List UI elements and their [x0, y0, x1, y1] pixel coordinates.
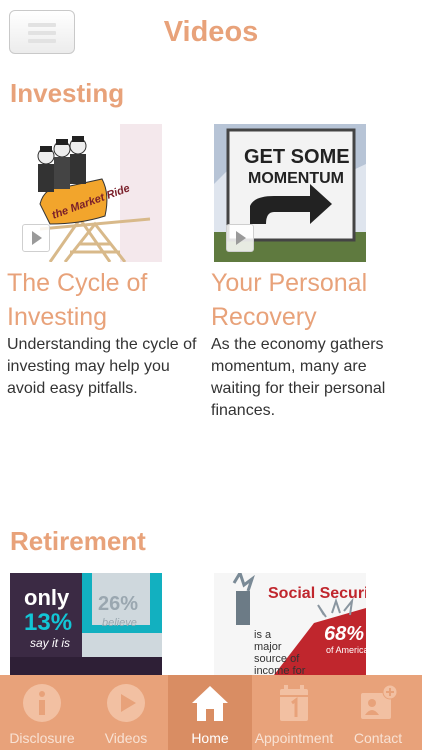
social-security-line-1: is a [254, 629, 272, 641]
tab-label: Videos [104, 730, 148, 746]
social-security-line-2: major [254, 641, 282, 653]
tab-videos[interactable]: Videos [84, 675, 168, 750]
social-security-line-3: source of [254, 653, 300, 665]
video-thumbnail-retirement-2[interactable]: Social Securit is a major source of inco… [214, 573, 366, 675]
contact-icon [361, 684, 398, 719]
video-description-cycle: Understanding the cycle of investing may… [7, 336, 197, 397]
tab-contact[interactable]: Contact [336, 675, 420, 750]
video-title-recovery[interactable]: Your Personal Recovery [211, 266, 416, 334]
tab-disclosure[interactable]: Disclosure [0, 675, 84, 750]
play-icon[interactable] [22, 224, 50, 252]
tab-label: Home [191, 730, 229, 746]
tab-label: Contact [353, 730, 403, 746]
video-thumbnail-retirement-1[interactable]: only 13% say it is 26% believe [10, 573, 162, 675]
stat-13-percent: 13% [24, 609, 73, 636]
tab-appointment[interactable]: Appointment [252, 675, 336, 750]
stat-believe: believe [102, 617, 137, 629]
sign-line-1: GET SOME [244, 146, 350, 168]
video-title-cycle[interactable]: The Cycle of Investing [7, 266, 212, 334]
section-title-retirement: Retirement [10, 526, 146, 556]
social-security-heading: Social Securit [268, 585, 366, 602]
video-thumbnail-recovery[interactable]: GET SOME MOMENTUM [214, 124, 366, 262]
tab-home[interactable]: Home [168, 675, 252, 750]
video-thumbnail-cycle[interactable]: the Market Ride [10, 124, 162, 262]
home-icon [192, 686, 228, 721]
info-icon [23, 684, 61, 722]
video-description-recovery: As the economy gathers momentum, many ar… [211, 336, 386, 419]
play-icon [107, 684, 145, 722]
stat-68-percent: 68% [324, 623, 365, 645]
page-title: Videos [163, 16, 259, 48]
sign-line-2: MOMENTUM [248, 170, 344, 187]
tab-label: Disclosure [9, 730, 75, 746]
section-title-investing: Investing [10, 78, 125, 108]
calendar-icon [280, 685, 308, 721]
header: Videos [0, 0, 422, 66]
play-icon[interactable] [226, 224, 254, 252]
stat-26-percent: 26% [98, 593, 139, 615]
social-security-line-4: income for [254, 665, 306, 675]
tab-bar: Disclosure Videos Home Appointment Conta… [0, 675, 422, 750]
stat-only: only [24, 585, 70, 610]
stat-of-americans: of Americans [326, 645, 366, 655]
stat-say-it-is: say it is [30, 636, 71, 650]
tab-label: Appointment [254, 730, 334, 746]
